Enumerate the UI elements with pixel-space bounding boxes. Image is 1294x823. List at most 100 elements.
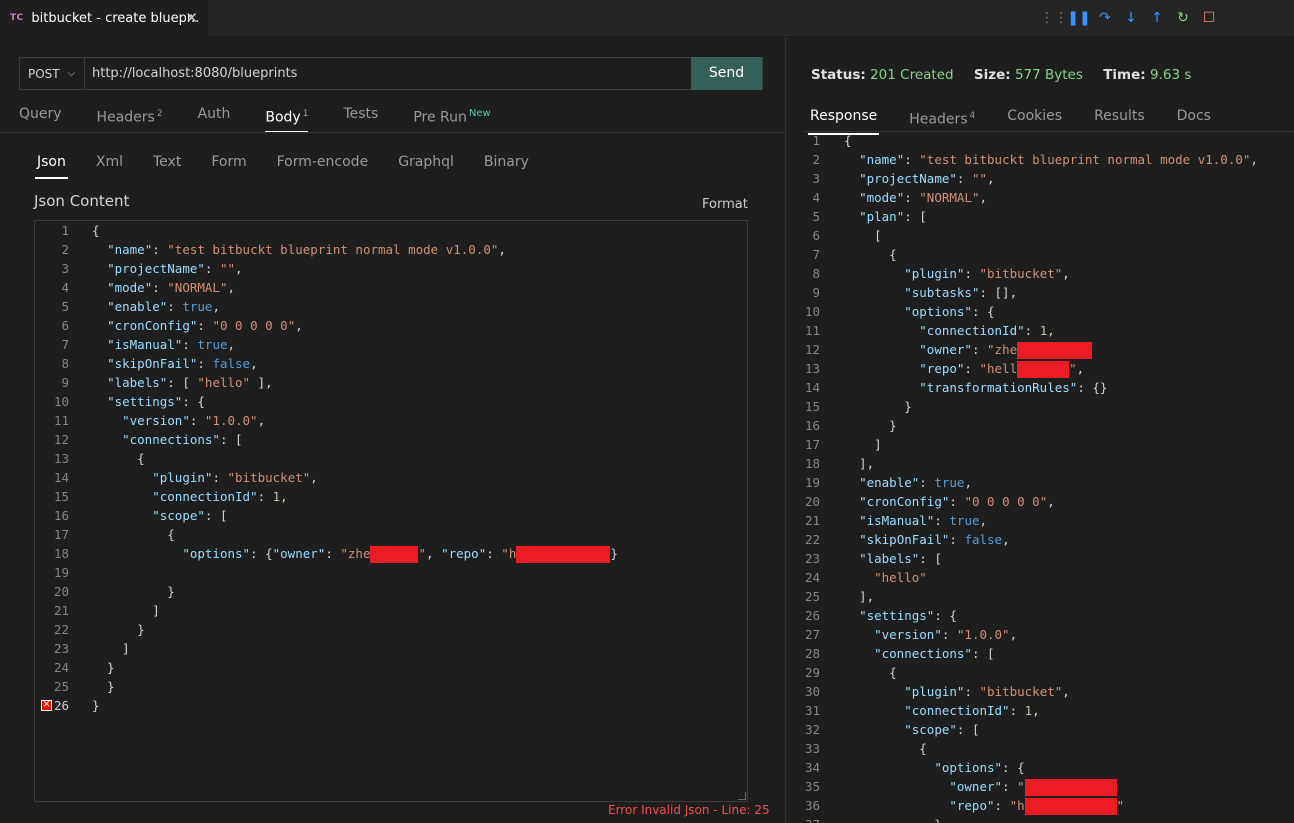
step-into-icon[interactable]: ↓	[1118, 8, 1144, 28]
line-number: 21	[804, 513, 820, 528]
status-value: 201 Created	[870, 67, 954, 83]
line-number: 22	[804, 532, 820, 547]
url-input[interactable]: http://localhost:8080/blueprints	[92, 58, 297, 89]
line-number: 11	[53, 413, 69, 428]
line-number: 15	[804, 399, 820, 414]
tab-label: Response	[810, 108, 878, 124]
response-tab-cookies[interactable]: Cookies	[1007, 101, 1062, 131]
line-number: 10	[53, 394, 69, 409]
step-out-icon[interactable]: ↑	[1144, 8, 1170, 28]
code-line: 34 "options": {	[786, 758, 1258, 777]
line-number: 33	[804, 741, 820, 756]
resize-handle[interactable]	[738, 792, 746, 800]
line-number: 15	[53, 489, 69, 504]
tab-badge: New	[468, 108, 491, 119]
request-tab[interactable]: TC bitbucket - create bluepr.. ✕	[0, 0, 208, 36]
code-line: 11 "connectionId": 1,	[786, 321, 1258, 340]
tab-body[interactable]: Body 1	[265, 99, 309, 133]
tab-headers[interactable]: Headers 2	[97, 99, 163, 129]
response-tab-response[interactable]: Response	[807, 101, 880, 135]
tab-query[interactable]: Query	[19, 99, 62, 129]
code-line: 32 "scope": [	[786, 720, 1258, 739]
line-number: 9	[61, 375, 69, 390]
method-select[interactable]: POST ⌵	[20, 58, 85, 89]
line-number: 17	[53, 527, 69, 542]
json-editor[interactable]: 1{2 "name": "test bitbuckt blueprint nor…	[34, 220, 748, 802]
code-line: 18 ],	[786, 454, 1258, 473]
code-line: 19 "enable": true,	[786, 473, 1258, 492]
send-button[interactable]: Send	[691, 57, 762, 90]
tab-badge: 2	[156, 109, 163, 119]
tab-pre-run[interactable]: Pre Run New	[413, 99, 490, 129]
response-panel: Status: 201 Created Size: 577 Bytes Time…	[786, 37, 1294, 823]
body-tab-form[interactable]: Form	[211, 149, 246, 175]
line-number: 16	[804, 418, 820, 433]
redaction-box	[1017, 361, 1070, 378]
json-error-message: Error Invalid Json - Line: 25	[608, 803, 770, 817]
line-number: 24	[53, 660, 69, 675]
body-tab-graphql[interactable]: Graphql	[398, 149, 454, 175]
line-number: 14	[53, 470, 69, 485]
body-type-tabs: Json Xml Text Form Form-encode Graphql Binary	[35, 149, 559, 179]
restart-icon[interactable]: ↻	[1170, 8, 1196, 28]
line-number: 3	[61, 261, 69, 276]
response-status-bar: Status: 201 Created Size: 577 Bytes Time…	[811, 67, 1191, 83]
response-body-code: 1{2 "name": "test bitbuckt blueprint nor…	[786, 133, 1258, 823]
code-line: 3 "projectName": "",	[786, 169, 1258, 188]
body-tab-form-encode[interactable]: Form-encode	[277, 149, 369, 175]
line-number: 34	[804, 760, 820, 775]
line-number: 25	[53, 679, 69, 694]
request-body-code[interactable]: 1{2 "name": "test bitbuckt blueprint nor…	[35, 221, 618, 715]
code-line: 16 "scope": [	[35, 506, 618, 525]
redaction-box	[370, 546, 419, 563]
response-tab-results[interactable]: Results	[1094, 101, 1145, 131]
step-over-icon[interactable]: ↷	[1092, 8, 1118, 28]
line-number: 19	[53, 565, 69, 580]
line-number: 12	[53, 432, 69, 447]
line-number: 2	[61, 242, 69, 257]
code-line: 33 {	[786, 739, 1258, 758]
body-tab-xml[interactable]: Xml	[96, 149, 123, 175]
line-number: 26	[804, 608, 820, 623]
code-line: 17 ]	[786, 435, 1258, 454]
tab-auth[interactable]: Auth	[198, 99, 231, 129]
response-body-viewer[interactable]: 1{2 "name": "test bitbuckt blueprint nor…	[786, 133, 1294, 823]
line-number: 7	[61, 337, 69, 352]
line-number: 21	[53, 603, 69, 618]
stop-icon[interactable]: ☐	[1196, 8, 1222, 28]
line-number: 1	[812, 133, 820, 148]
tab-label: Cookies	[1007, 108, 1063, 124]
line-number: 13	[53, 451, 69, 466]
code-line: 6 "cronConfig": "0 0 0 0 0",	[35, 316, 618, 335]
code-line: 19	[35, 563, 618, 582]
body-tab-json[interactable]: Json	[35, 149, 68, 179]
line-number: 17	[804, 437, 820, 452]
editor-tab-bar: TC bitbucket - create bluepr.. ✕ ⋮⋮ ❚❚ ↷…	[0, 0, 1294, 36]
json-content-label: Json Content	[34, 192, 130, 210]
code-line: 35 "owner": "	[786, 777, 1258, 796]
line-number: 6	[61, 318, 69, 333]
format-button[interactable]: Format	[702, 197, 748, 212]
line-number: 30	[804, 684, 820, 699]
pause-icon[interactable]: ❚❚	[1066, 8, 1092, 28]
code-line: 27 "version": "1.0.0",	[786, 625, 1258, 644]
code-line: 17 {	[35, 525, 618, 544]
request-tabs: Query Headers 2 Auth Body 1 Tests Pre Run New	[19, 99, 526, 133]
code-line: 26 "settings": {	[786, 606, 1258, 625]
body-tab-binary[interactable]: Binary	[484, 149, 529, 175]
line-number: 35	[804, 779, 820, 794]
tab-badge: 4	[969, 111, 976, 121]
tab-tests[interactable]: Tests	[343, 99, 378, 129]
size-value: 577 Bytes	[1014, 67, 1083, 83]
body-tab-text[interactable]: Text	[153, 149, 181, 175]
close-icon[interactable]: ✕	[185, 9, 198, 27]
line-number: 23	[804, 551, 820, 566]
response-tab-headers[interactable]: Headers 4	[909, 101, 975, 131]
response-tab-docs[interactable]: Docs	[1177, 101, 1211, 131]
tab-label: Auth	[197, 106, 231, 122]
thunder-client-icon: TC	[10, 13, 24, 23]
grip-icon[interactable]: ⋮⋮	[1040, 8, 1068, 28]
line-number: 10	[804, 304, 820, 319]
line-number: 8	[61, 356, 69, 371]
code-line: 15 }	[786, 397, 1258, 416]
